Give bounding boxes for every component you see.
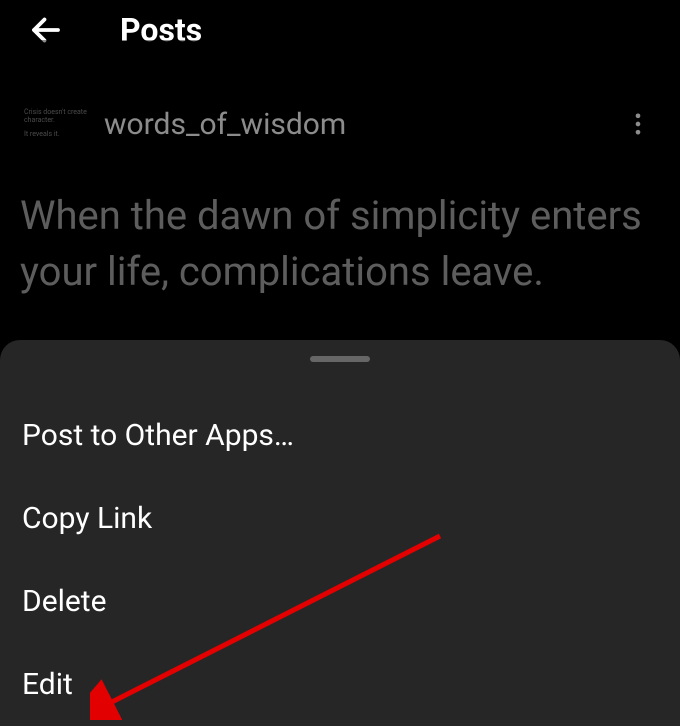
menu-item-copy-link[interactable]: Copy Link [0,477,680,560]
back-arrow-icon[interactable] [24,8,68,52]
menu-item-post-to-other-apps[interactable]: Post to Other Apps… [0,394,680,477]
menu-item-delete[interactable]: Delete [0,560,680,643]
avatar-text: It reveals it. [24,131,80,139]
avatar[interactable]: Crisis doesn't create character. It reve… [20,92,84,156]
post-header-row: Crisis doesn't create character. It reve… [0,72,680,164]
drag-handle[interactable] [310,356,370,362]
action-sheet: Post to Other Apps… Copy Link Delete Edi… [0,340,680,726]
post-content-text: When the dawn of simplicity enters your … [0,164,680,324]
avatar-text: character. [24,117,80,125]
more-options-icon[interactable] [616,102,660,146]
header: Posts [0,0,680,72]
username-link[interactable]: words_of_wisdom [104,107,596,142]
menu-item-edit[interactable]: Edit [0,643,680,726]
page-title: Posts [120,11,202,49]
